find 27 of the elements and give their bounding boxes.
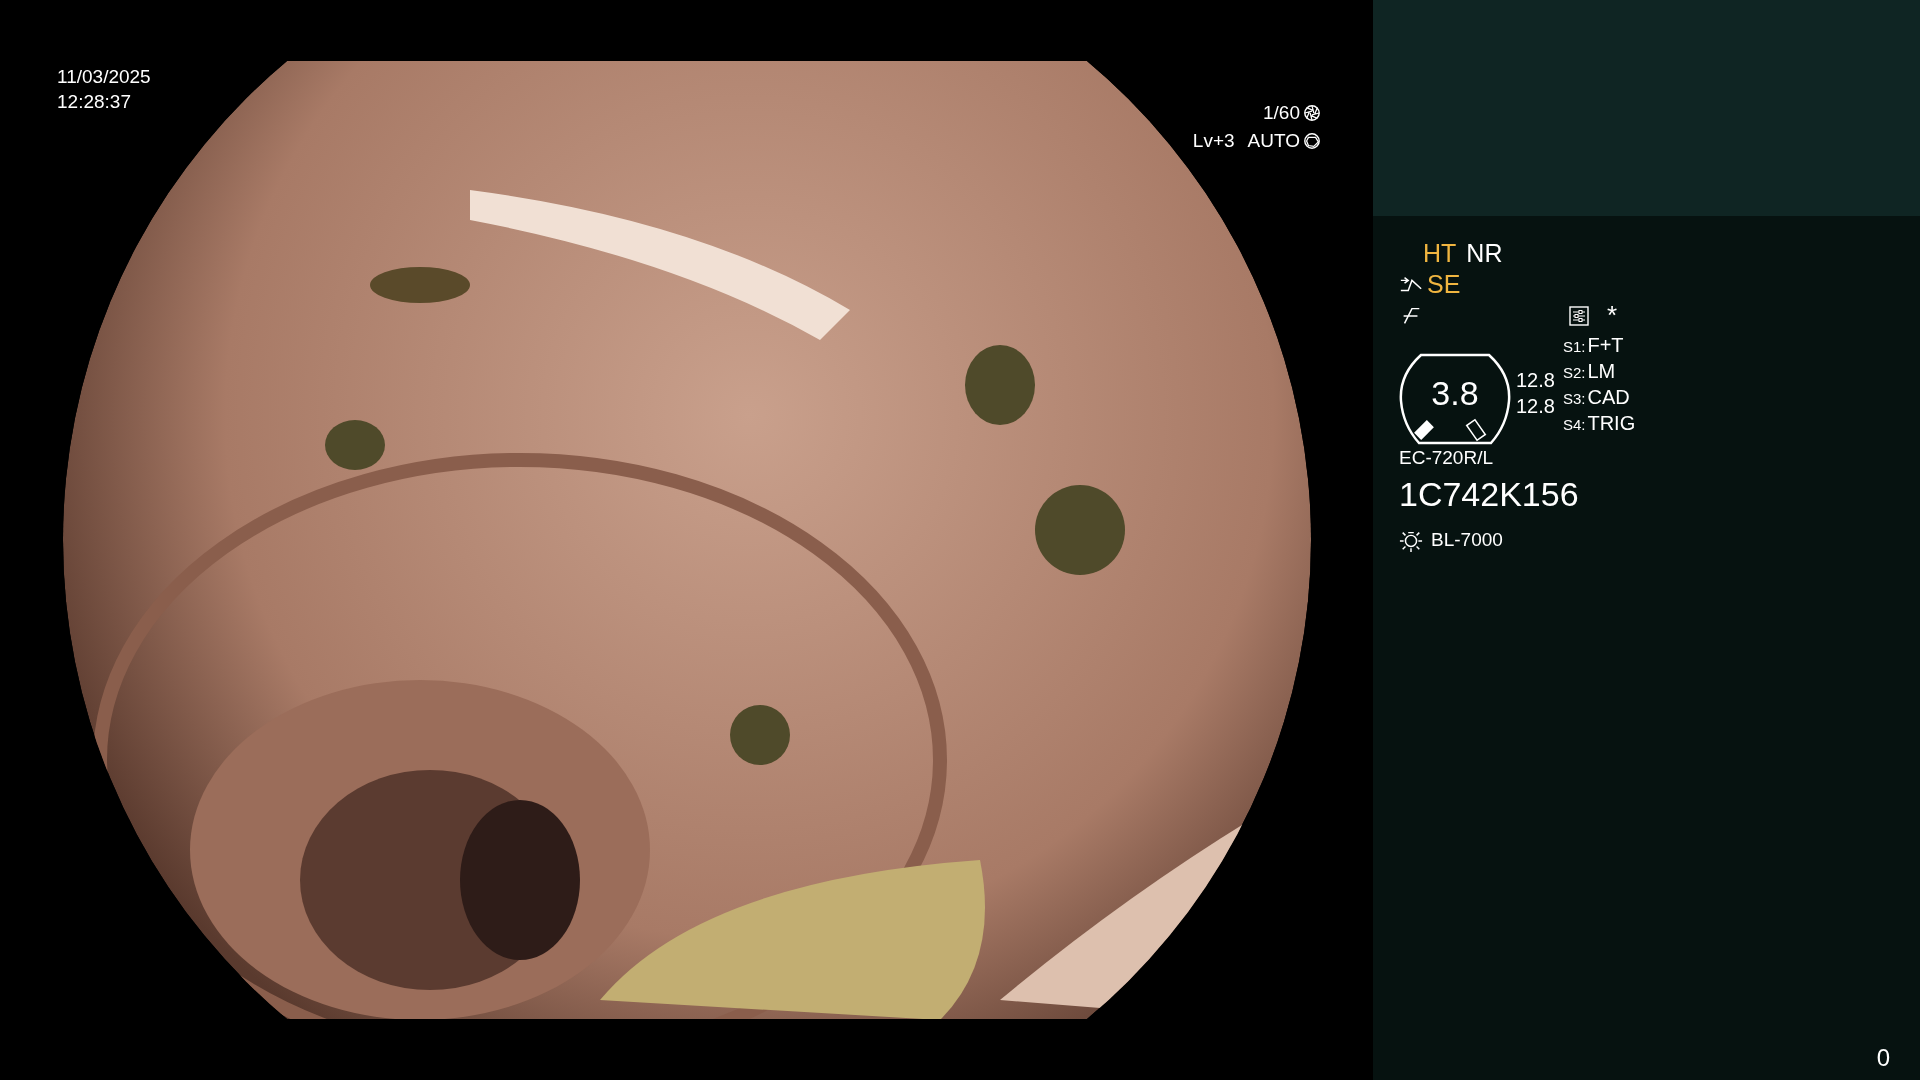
- gauge-value: 3.8: [1431, 373, 1479, 413]
- exposure-mode: AUTO: [1247, 129, 1300, 153]
- exposure-level: Lv+3: [1192, 129, 1235, 153]
- sliders-icon: [1569, 305, 1589, 326]
- switch-key: S1:: [1562, 338, 1586, 355]
- time-text: 12:28:37: [57, 90, 132, 114]
- shutter-icon: [1303, 104, 1321, 122]
- shutter-speed: 1/60: [1263, 101, 1300, 125]
- switch-key: S2:: [1562, 364, 1586, 381]
- counter-text: 0: [1876, 1044, 1890, 1072]
- switch-key: S3:: [1562, 390, 1586, 407]
- switch-function: CAD: [1587, 386, 1630, 408]
- switch-key: S4:: [1562, 416, 1586, 433]
- mode-label: HT: [1423, 239, 1457, 268]
- switch-function: F+T: [1587, 334, 1624, 356]
- switch-function: TRIG: [1587, 412, 1636, 434]
- scope-model: EC-720R/L: [1399, 447, 1494, 469]
- mode-label: NR: [1466, 239, 1503, 268]
- light-source: BL-7000: [1431, 528, 1503, 551]
- switch-function: LM: [1587, 360, 1616, 382]
- scope-serial: 1C742K156: [1399, 475, 1580, 514]
- date-text: 11/03/2025: [57, 65, 151, 89]
- asterisk-mark: *: [1607, 300, 1618, 331]
- gauge-reading: 12.8: [1516, 368, 1555, 393]
- aperture-icon: [1303, 132, 1321, 150]
- gauge-reading: 12.8: [1516, 394, 1555, 419]
- mode-label: SE: [1427, 270, 1461, 299]
